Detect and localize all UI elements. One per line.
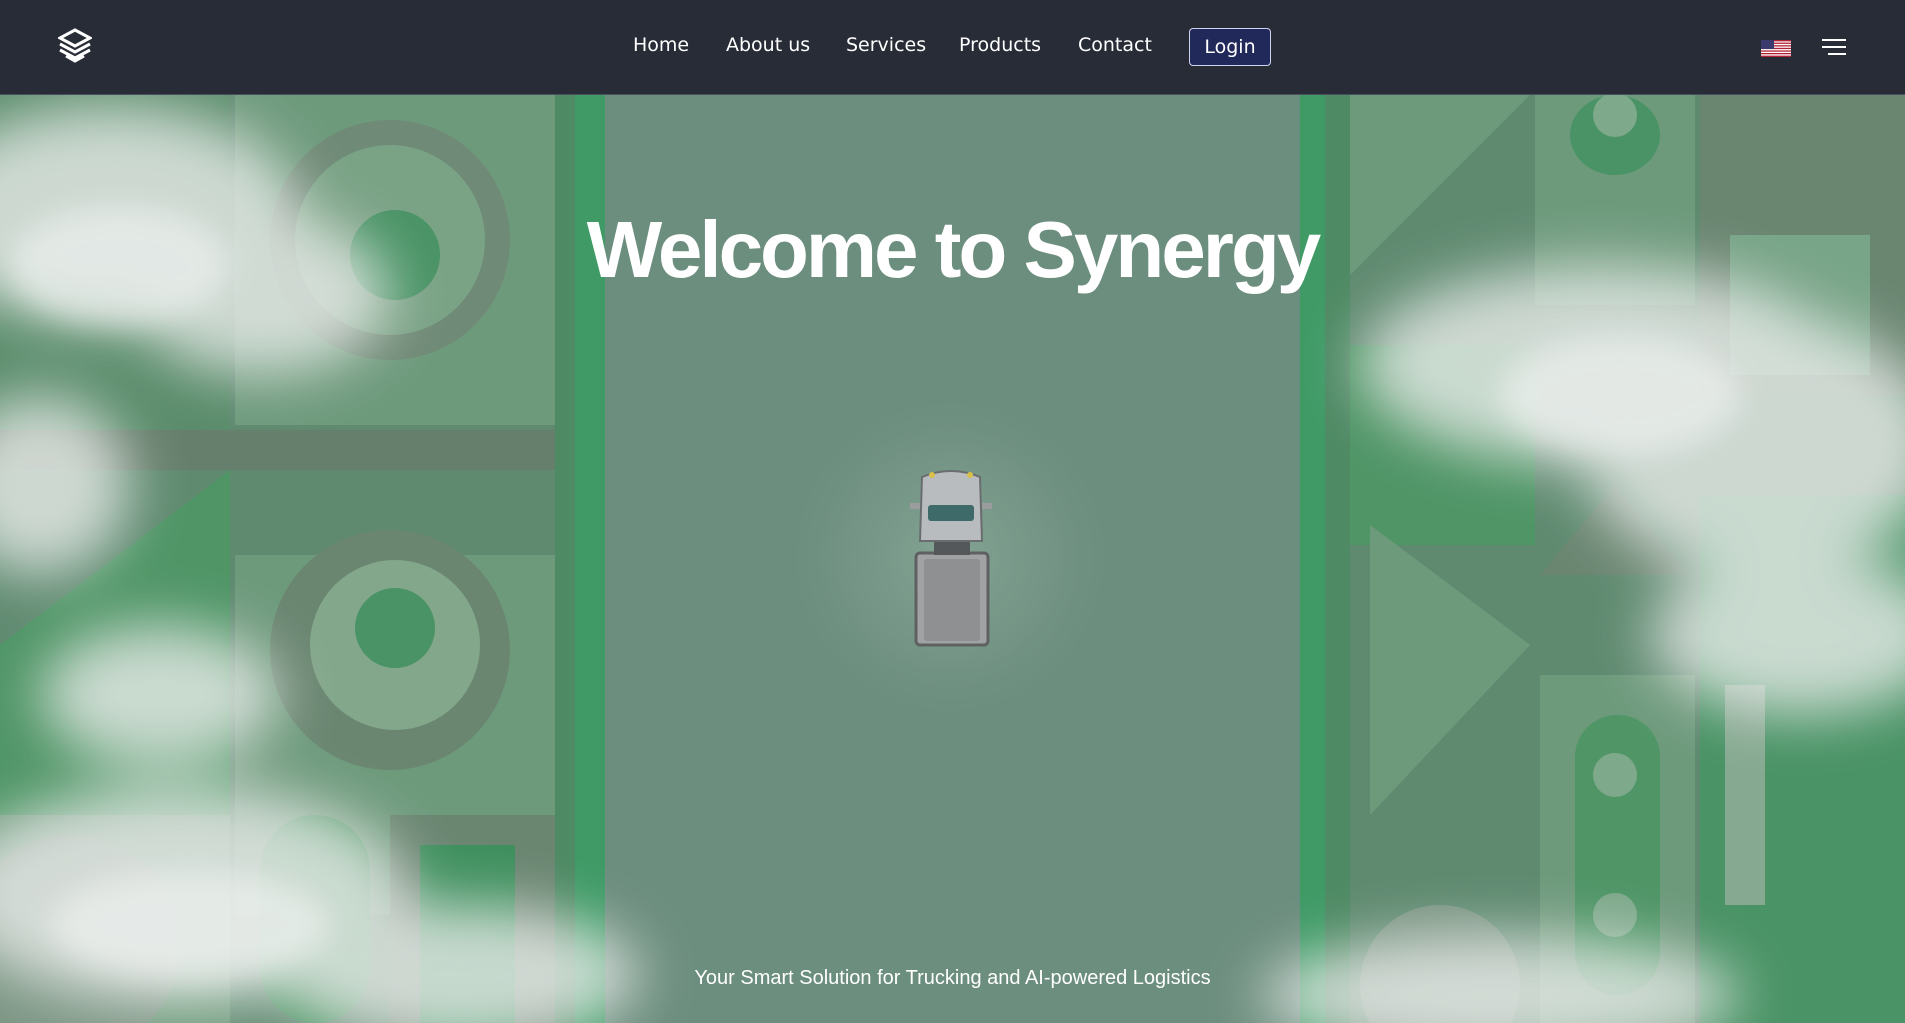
main-nav: Home About us Services Products Contact bbox=[0, 0, 1905, 95]
nav-products[interactable]: Products bbox=[959, 34, 1041, 56]
nav-services[interactable]: Services bbox=[846, 34, 926, 56]
nav-contact[interactable]: Contact bbox=[1078, 34, 1152, 56]
hero-title-brand: Synergy bbox=[1023, 204, 1322, 294]
hero-section: Welcome to Synergy Your Smart Solution f… bbox=[0, 95, 1905, 1023]
truck-icon bbox=[898, 463, 1004, 653]
hero-title: Welcome to Synergy bbox=[0, 204, 1905, 296]
us-flag-icon[interactable] bbox=[1761, 40, 1791, 57]
hamburger-menu-icon[interactable] bbox=[1822, 38, 1846, 56]
login-button[interactable]: Login bbox=[1189, 28, 1271, 66]
nav-home[interactable]: Home bbox=[633, 34, 689, 56]
nav-about-us[interactable]: About us bbox=[726, 34, 810, 56]
hero-subtitle: Your Smart Solution for Trucking and AI-… bbox=[694, 967, 1211, 989]
hero-title-prefix: Welcome to bbox=[586, 204, 1024, 294]
top-navbar: Home About us Services Products Contact … bbox=[0, 0, 1905, 95]
